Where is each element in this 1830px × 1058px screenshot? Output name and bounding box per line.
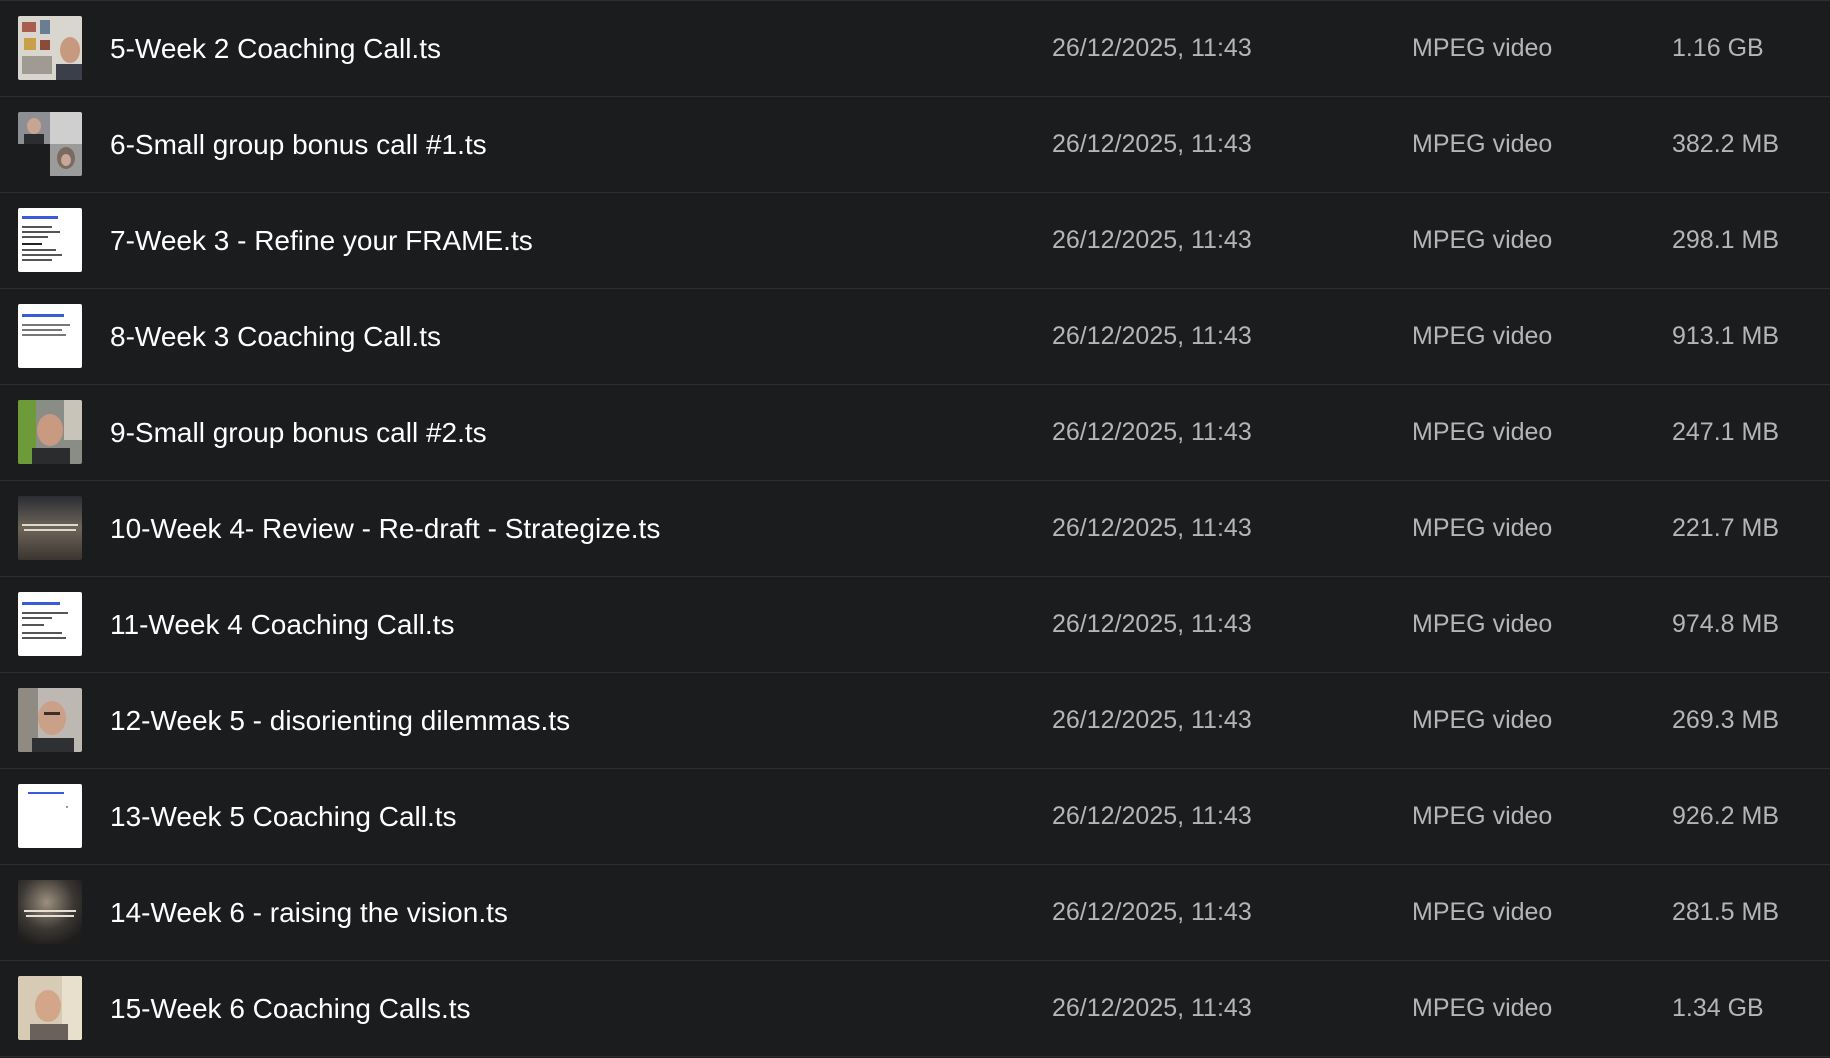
video-thumbnail-video-call	[18, 112, 82, 176]
date-modified: 26/12/2025, 11:43	[1052, 34, 1252, 62]
file-kind: MPEG video	[1412, 706, 1553, 734]
video-thumbnail-slide	[18, 784, 82, 848]
file-row[interactable]: 5-Week 2 Coaching Call.ts 26/12/2025, 11…	[0, 1, 1830, 97]
file-row[interactable]: 14-Week 6 - raising the vision.ts 26/12/…	[0, 865, 1830, 961]
date-modified: 26/12/2025, 11:43	[1052, 226, 1252, 254]
video-thumbnail-slide	[18, 304, 82, 368]
video-thumbnail-sky	[18, 496, 82, 560]
date-modified: 26/12/2025, 11:43	[1052, 706, 1252, 734]
file-size: 382.2 MB	[1672, 130, 1780, 158]
file-kind: MPEG video	[1412, 34, 1553, 62]
file-row[interactable]: 9-Small group bonus call #2.ts 26/12/202…	[0, 385, 1830, 481]
file-name: 10-Week 4- Review - Re-draft - Strategiz…	[110, 513, 661, 544]
video-thumbnail-person	[18, 976, 82, 1040]
file-row[interactable]: 8-Week 3 Coaching Call.ts 26/12/2025, 11…	[0, 289, 1830, 385]
date-modified: 26/12/2025, 11:43	[1052, 610, 1252, 638]
date-modified: 26/12/2025, 11:43	[1052, 322, 1252, 350]
file-name: 8-Week 3 Coaching Call.ts	[110, 321, 441, 352]
file-list: 5-Week 2 Coaching Call.ts 26/12/2025, 11…	[0, 0, 1830, 1058]
file-kind: MPEG video	[1412, 130, 1553, 158]
file-kind: MPEG video	[1412, 610, 1553, 638]
file-size: 1.16 GB	[1672, 34, 1764, 62]
file-kind: MPEG video	[1412, 994, 1553, 1022]
file-name: 9-Small group bonus call #2.ts	[110, 417, 487, 448]
file-row[interactable]: 7-Week 3 - Refine your FRAME.ts 26/12/20…	[0, 193, 1830, 289]
date-modified: 26/12/2025, 11:43	[1052, 898, 1252, 926]
file-name: 6-Small group bonus call #1.ts	[110, 129, 487, 160]
file-size: 926.2 MB	[1672, 802, 1780, 830]
video-thumbnail-person	[18, 688, 82, 752]
file-name: 7-Week 3 - Refine your FRAME.ts	[110, 225, 533, 256]
file-size: 247.1 MB	[1672, 418, 1780, 446]
file-size: 298.1 MB	[1672, 226, 1780, 254]
date-modified: 26/12/2025, 11:43	[1052, 130, 1252, 158]
file-name: 12-Week 5 - disorienting dilemmas.ts	[110, 705, 571, 736]
file-name: 15-Week 6 Coaching Calls.ts	[110, 993, 471, 1024]
file-row[interactable]: 13-Week 5 Coaching Call.ts 26/12/2025, 1…	[0, 769, 1830, 865]
file-row[interactable]: 6-Small group bonus call #1.ts 26/12/202…	[0, 97, 1830, 193]
file-row[interactable]: 12-Week 5 - disorienting dilemmas.ts 26/…	[0, 673, 1830, 769]
file-kind: MPEG video	[1412, 898, 1553, 926]
date-modified: 26/12/2025, 11:43	[1052, 418, 1252, 446]
video-thumbnail-sky	[18, 880, 82, 944]
file-name: 13-Week 5 Coaching Call.ts	[110, 801, 457, 832]
file-name: 5-Week 2 Coaching Call.ts	[110, 33, 441, 64]
file-kind: MPEG video	[1412, 322, 1553, 350]
file-kind: MPEG video	[1412, 418, 1553, 446]
date-modified: 26/12/2025, 11:43	[1052, 994, 1252, 1022]
file-kind: MPEG video	[1412, 514, 1553, 542]
file-size: 269.3 MB	[1672, 706, 1780, 734]
file-row[interactable]: 10-Week 4- Review - Re-draft - Strategiz…	[0, 481, 1830, 577]
file-size: 221.7 MB	[1672, 514, 1780, 542]
video-thumbnail-person	[18, 400, 82, 464]
file-row[interactable]: 11-Week 4 Coaching Call.ts 26/12/2025, 1…	[0, 577, 1830, 673]
video-thumbnail-slide	[18, 592, 82, 656]
file-kind: MPEG video	[1412, 226, 1553, 254]
file-size: 913.1 MB	[1672, 322, 1780, 350]
date-modified: 26/12/2025, 11:43	[1052, 802, 1252, 830]
file-row[interactable]: 15-Week 6 Coaching Calls.ts 26/12/2025, …	[0, 961, 1830, 1057]
file-size: 1.34 GB	[1672, 994, 1764, 1022]
video-thumbnail-person	[18, 16, 82, 80]
file-kind: MPEG video	[1412, 802, 1553, 830]
date-modified: 26/12/2025, 11:43	[1052, 514, 1252, 542]
file-name: 11-Week 4 Coaching Call.ts	[110, 609, 455, 640]
file-size: 974.8 MB	[1672, 610, 1780, 638]
video-thumbnail-slide	[18, 208, 82, 272]
file-name: 14-Week 6 - raising the vision.ts	[110, 897, 508, 928]
file-size: 281.5 MB	[1672, 898, 1780, 926]
